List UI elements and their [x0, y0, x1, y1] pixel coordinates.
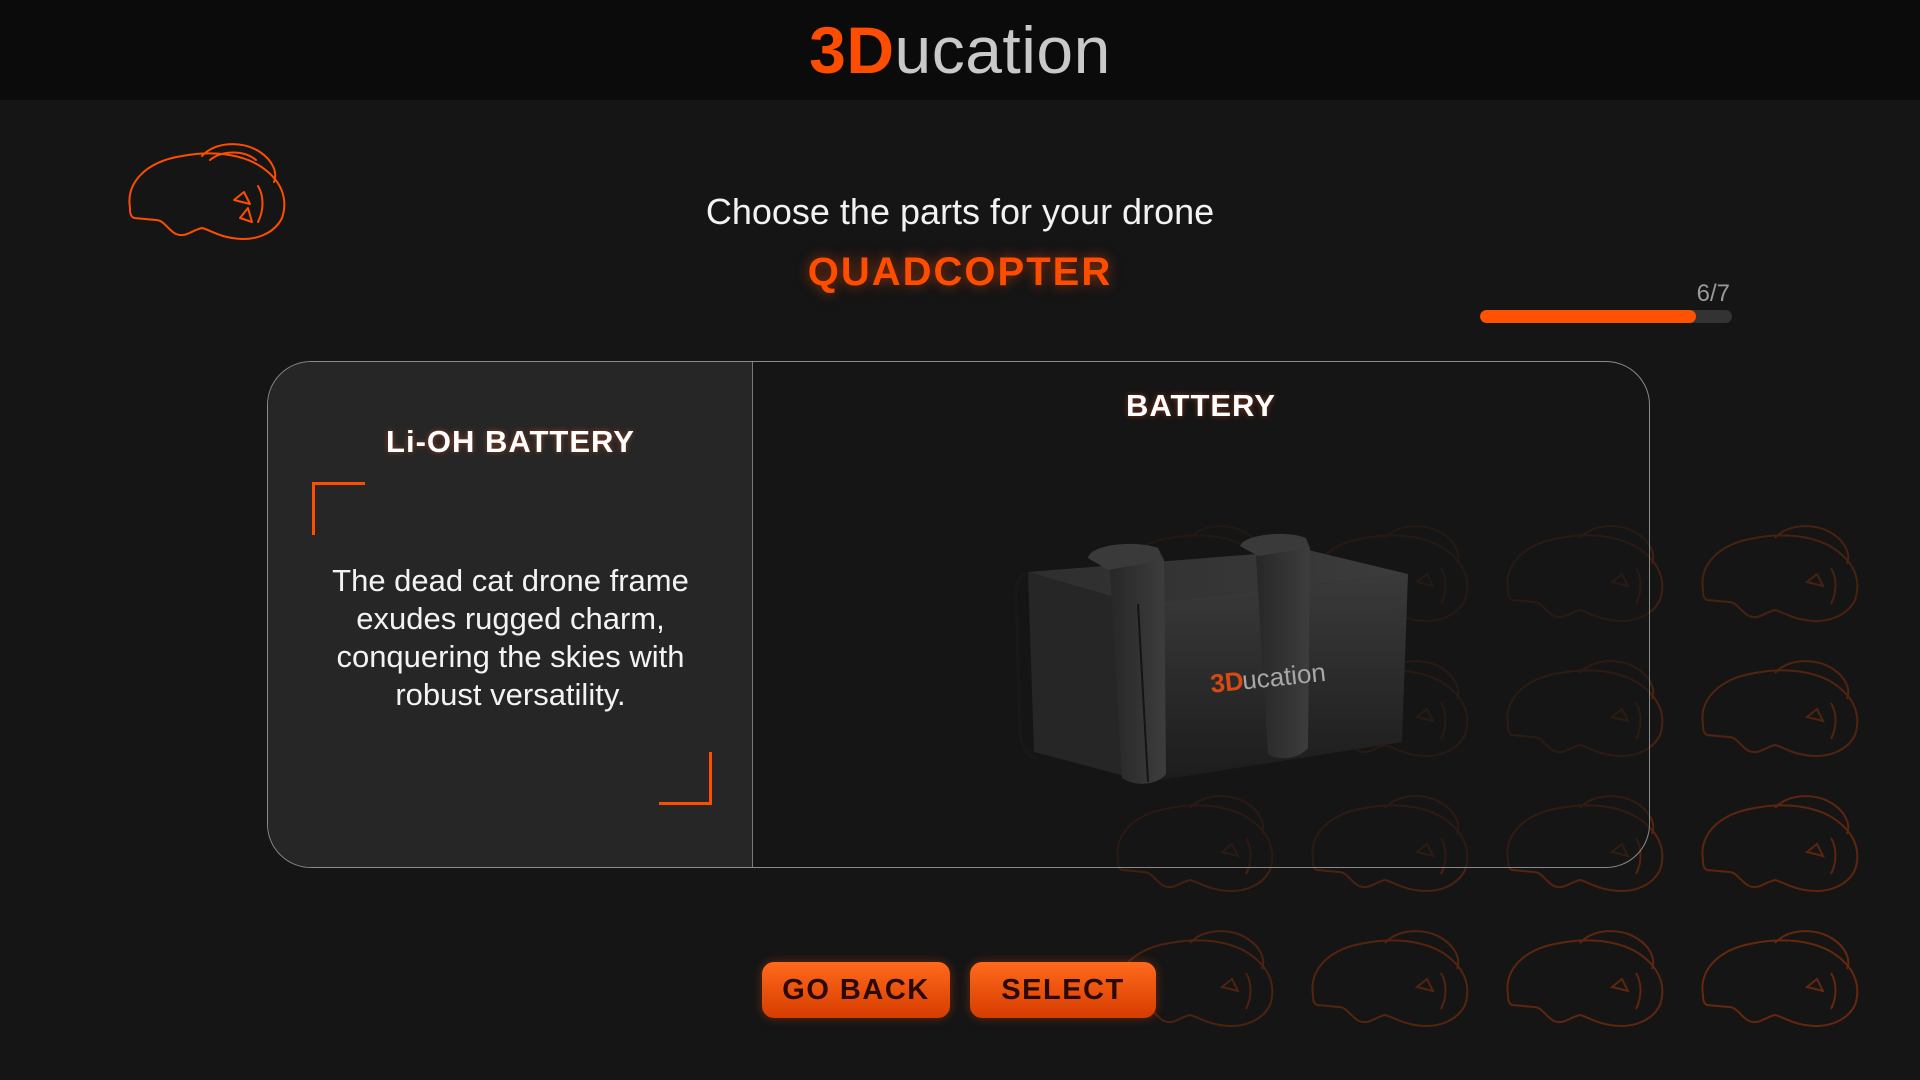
part-name: Li-OH BATTERY	[386, 424, 635, 459]
progress-bar	[1480, 310, 1732, 323]
progress-bar-fill	[1480, 310, 1696, 323]
background-headset-icon	[1506, 930, 1664, 1027]
app-logo: 3Ducation	[0, 12, 1920, 88]
part-description: The dead cat drone frame exudes rugged c…	[332, 563, 689, 712]
app-screen: 3Ducation Choose the parts for your dron…	[0, 0, 1920, 1080]
part-category-title: BATTERY	[1126, 388, 1276, 423]
corner-bracket-top-left	[312, 482, 365, 535]
background-headset-icon	[1701, 525, 1859, 622]
logo-accent-text: 3D	[809, 13, 895, 87]
progress-counter: 6/7	[1696, 280, 1730, 307]
select-button[interactable]: SELECT	[970, 962, 1156, 1018]
corner-bracket-bottom-right	[659, 752, 712, 805]
go-back-button[interactable]: GO BACK	[762, 962, 950, 1018]
part-info-panel: Li-OH BATTERY The dead cat drone frame e…	[268, 362, 753, 867]
background-headset-icon	[1701, 795, 1859, 892]
part-card: Li-OH BATTERY The dead cat drone frame e…	[267, 361, 1650, 868]
background-headset-icon	[1311, 930, 1469, 1027]
drone-type-title: QUADCOPTER	[807, 250, 1113, 294]
background-headset-icon	[1701, 660, 1859, 757]
battery-3d-model[interactable]: 3D ucation	[988, 512, 1468, 812]
top-bar: 3Ducation	[0, 0, 1920, 100]
logo-rest-text: ucation	[894, 13, 1111, 87]
page-subtitle: Choose the parts for your drone	[705, 191, 1215, 232]
background-headset-icon	[1701, 930, 1859, 1027]
battery-label-accent: 3D	[1209, 665, 1245, 698]
